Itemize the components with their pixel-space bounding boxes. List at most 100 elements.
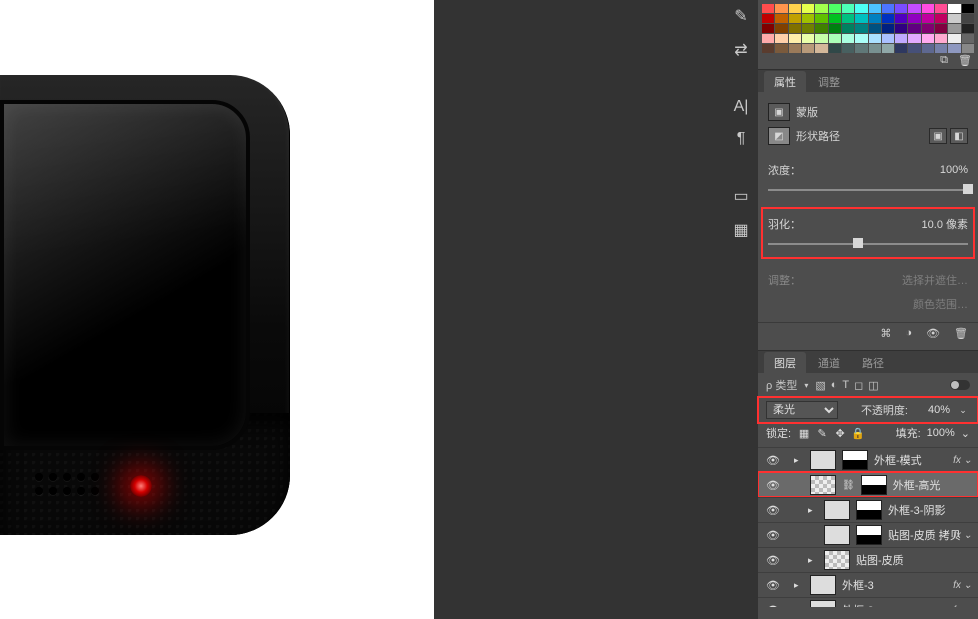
- add-mask-button[interactable]: ◧: [950, 128, 968, 144]
- filter-kind[interactable]: ρ 类型: [766, 377, 797, 393]
- density-label: 浓度：: [768, 162, 808, 178]
- feather-label: 羽化：: [768, 216, 808, 232]
- filter-shape-icon[interactable]: ◻: [854, 379, 863, 392]
- expand-arrow-icon[interactable]: ▸: [794, 605, 804, 608]
- mask-thumbnail[interactable]: [856, 525, 882, 545]
- visibility-icon[interactable]: 👁: [764, 554, 782, 567]
- feather-value[interactable]: 10.0 像素: [922, 216, 968, 232]
- tab-paths[interactable]: 路径: [852, 352, 894, 373]
- layer-row[interactable]: 👁 ▸ 贴图-皮质: [758, 547, 978, 572]
- lock-image-icon[interactable]: ✎: [815, 427, 829, 440]
- brush-icon[interactable]: ✎: [734, 6, 747, 26]
- lock-position-icon[interactable]: ✥: [833, 427, 847, 440]
- layer-thumbnail[interactable]: [810, 600, 836, 607]
- filter-pixel-icon[interactable]: ▧: [815, 379, 825, 392]
- layer-thumbnail[interactable]: [824, 500, 850, 520]
- blend-mode-select[interactable]: 柔光: [766, 401, 838, 419]
- layer-row[interactable]: 👁▸外框-模式fx ⌄: [758, 447, 978, 472]
- apply-mask-icon[interactable]: ◑: [905, 327, 912, 340]
- layer-row[interactable]: 👁 ▸ 外框-3-阴影: [758, 497, 978, 522]
- fill-value[interactable]: 100%: [927, 427, 955, 439]
- layer-name[interactable]: 外框-高光: [893, 477, 978, 493]
- layer-row[interactable]: 👁⛓外框-高光: [758, 472, 978, 497]
- density-value[interactable]: 100%: [940, 164, 968, 176]
- fx-badge[interactable]: fx ⌄: [953, 605, 972, 608]
- layer-name[interactable]: 贴图-皮质: [856, 552, 978, 568]
- layer-row[interactable]: 👁贴图-皮质 拷贝fx ⌄: [758, 522, 978, 547]
- filter-kind-caret[interactable]: ▾: [802, 381, 810, 390]
- layer-list[interactable]: 👁▸外框-模式fx ⌄👁⛓外框-高光👁▸外框-3-阴影👁贴图-皮质 拷贝fx ⌄…: [758, 447, 978, 607]
- opacity-caret-icon[interactable]: ⌄: [956, 405, 970, 416]
- fill-caret-icon[interactable]: ⌄: [961, 427, 970, 440]
- fx-badge[interactable]: fx ⌄: [953, 580, 972, 591]
- tab-channels[interactable]: 通道: [808, 352, 850, 373]
- swatches-panel[interactable]: ⧉ 🗑: [758, 0, 978, 70]
- lock-all-icon[interactable]: 🔒: [851, 427, 865, 440]
- color-range-button[interactable]: 颜色范围…: [768, 292, 968, 316]
- layer-name[interactable]: 外框-3-阴影: [888, 502, 978, 518]
- shape-path-icon[interactable]: ◩: [768, 127, 790, 145]
- tab-info[interactable]: 调整: [808, 71, 850, 92]
- filter-smart-icon[interactable]: ◫: [868, 379, 878, 392]
- device-screen: [0, 100, 250, 450]
- expand-arrow-icon[interactable]: ▸: [794, 580, 804, 591]
- toggle-visibility-icon[interactable]: 👁: [926, 327, 940, 340]
- layer-thumbnail[interactable]: [824, 550, 850, 570]
- type-icon[interactable]: A|: [734, 98, 749, 116]
- expand-arrow-icon[interactable]: ▸: [808, 505, 818, 516]
- layers-panel: 图层 通道 路径 ρ 类型 ▾ ▧ ◐ T ◻ ◫ 柔光 不透明度:: [758, 351, 978, 607]
- tab-layers[interactable]: 图层: [764, 352, 806, 373]
- visibility-icon[interactable]: 👁: [764, 479, 782, 492]
- layers-tabs: 图层 通道 路径: [758, 351, 978, 373]
- feather-slider[interactable]: [768, 236, 968, 254]
- select-mask-button[interactable]: ▣: [929, 128, 947, 144]
- new-swatch-icon[interactable]: ⧉: [940, 54, 948, 67]
- visibility-icon[interactable]: 👁: [764, 504, 782, 517]
- visibility-icon[interactable]: 👁: [764, 454, 782, 467]
- filter-adjust-icon[interactable]: ◐: [831, 379, 838, 391]
- tab-properties[interactable]: 属性: [764, 71, 806, 92]
- opacity-value[interactable]: [914, 401, 950, 419]
- lock-transparent-icon[interactable]: ▦: [797, 427, 811, 440]
- mask-type-icon[interactable]: ▣: [768, 103, 790, 121]
- layer-filter-bar: ρ 类型 ▾ ▧ ◐ T ◻ ◫: [758, 373, 978, 397]
- artwork-preview: [0, 75, 290, 550]
- load-selection-icon[interactable]: ⌘: [880, 327, 891, 340]
- layer-thumbnail[interactable]: [810, 475, 836, 495]
- layer-thumbnail[interactable]: [810, 450, 836, 470]
- mask-thumbnail[interactable]: [842, 450, 868, 470]
- refine-edge-button[interactable]: 选择并遮住…: [902, 268, 968, 292]
- paragraph-icon[interactable]: ¶: [737, 130, 746, 148]
- layers-icon[interactable]: ▦: [733, 220, 748, 240]
- collapsed-panel-bar: ✎ ⇄ A| ¶ ▭ ▦: [726, 0, 756, 240]
- fx-badge[interactable]: fx ⌄: [953, 455, 972, 466]
- mask-thumbnail[interactable]: [856, 500, 882, 520]
- lock-row: 锁定: ▦ ✎ ✥ 🔒 填充: 100% ⌄: [758, 423, 978, 447]
- filter-toggle[interactable]: [950, 380, 970, 390]
- speaker-grill: [35, 473, 101, 497]
- fx-badge[interactable]: fx ⌄: [953, 530, 972, 541]
- expand-arrow-icon[interactable]: ▸: [808, 555, 818, 566]
- red-led: [130, 475, 152, 497]
- density-slider[interactable]: [768, 182, 968, 200]
- delete-swatch-icon[interactable]: 🗑: [958, 54, 972, 67]
- layer-row[interactable]: 👁▸外框-2fx ⌄: [758, 597, 978, 607]
- expand-arrow-icon[interactable]: ▸: [794, 455, 804, 466]
- canvas[interactable]: [0, 0, 434, 619]
- mask-thumbnail[interactable]: [861, 475, 887, 495]
- layer-row[interactable]: 👁▸外框-3fx ⌄: [758, 572, 978, 597]
- panel-stack: ⧉ 🗑 属性 调整 ▣ 蒙版 ◩ 形状路径 ▣ ◧ 浓度：: [758, 0, 978, 619]
- filter-type-icon[interactable]: T: [842, 379, 849, 391]
- fill-label: 填充:: [896, 425, 921, 441]
- visibility-icon[interactable]: 👁: [764, 529, 782, 542]
- layer-thumbnail[interactable]: [824, 525, 850, 545]
- visibility-icon[interactable]: 👁: [764, 604, 782, 608]
- delete-mask-icon[interactable]: 🗑: [954, 327, 968, 340]
- shape-path-label: 形状路径: [796, 128, 840, 144]
- visibility-icon[interactable]: 👁: [764, 579, 782, 592]
- properties-tabs: 属性 调整: [758, 70, 978, 92]
- layer-thumbnail[interactable]: [810, 575, 836, 595]
- properties-panel: 属性 调整 ▣ 蒙版 ◩ 形状路径 ▣ ◧ 浓度： 100%: [758, 70, 978, 351]
- properties-icon[interactable]: ▭: [733, 186, 748, 206]
- adjust-icon[interactable]: ⇄: [734, 40, 747, 60]
